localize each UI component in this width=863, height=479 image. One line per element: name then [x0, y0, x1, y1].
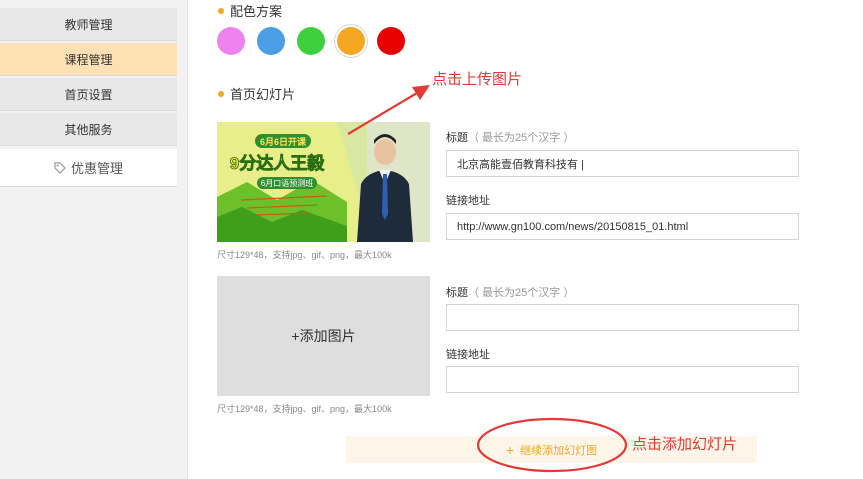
- bullet-dot-icon: [218, 90, 224, 97]
- title-label-text: 标题: [446, 287, 468, 299]
- upload-image-annotation: 点击上传图片: [432, 71, 523, 88]
- sidebar-item-label: 优惠管理: [70, 161, 123, 176]
- title-length-hint: （ 最长为25个汉字 ）: [468, 132, 575, 144]
- sidebar-item-other-services[interactable]: 其他服务: [0, 113, 177, 146]
- slide-1-link-input[interactable]: [446, 213, 799, 240]
- annotation-arrow-icon: [347, 85, 430, 135]
- slide-2-add-image-button[interactable]: +添加图片: [217, 276, 430, 396]
- sidebar-item-courses[interactable]: 课程管理: [0, 43, 177, 76]
- color-swatch[interactable]: [337, 27, 365, 55]
- color-swatch[interactable]: [217, 27, 245, 55]
- add-image-label: +添加图片: [291, 328, 356, 344]
- slides-title: 首页幻灯片: [230, 87, 296, 102]
- sidebar-item-label: 教师管理: [64, 17, 113, 32]
- annotation-circle-highlight: [476, 417, 628, 473]
- bullet-dot-icon: [218, 7, 224, 14]
- sidebar-item-teachers[interactable]: 教师管理: [0, 8, 177, 41]
- slides-heading: 首页幻灯片: [218, 84, 295, 103]
- title-length-hint: （ 最长为25个汉字 ）: [468, 287, 575, 299]
- slide-1-title-input[interactable]: [446, 150, 799, 177]
- color-scheme-heading: 配色方案: [218, 1, 282, 20]
- slide-2-link-input[interactable]: [446, 366, 799, 393]
- slide-1-link-label: 链接地址: [446, 195, 490, 207]
- slide-banner-graphic: 6月6日开课 9分达人王毅 6月口语预测班: [217, 122, 430, 242]
- banner-main-text: 9分达人王毅: [230, 153, 325, 173]
- sidebar-item-label: 首页设置: [64, 87, 113, 102]
- banner-sub-text: 6月口语预测班: [261, 178, 313, 188]
- tag-icon: [54, 161, 66, 174]
- image-size-hint: 尺寸129*48，支持jpg、gif、png，最大100k: [217, 250, 392, 260]
- color-swatch[interactable]: [377, 27, 405, 55]
- banner-top-text: 6月6日开课: [260, 136, 307, 147]
- sidebar-item-label: 其他服务: [64, 122, 113, 137]
- color-swatch[interactable]: [257, 27, 285, 55]
- slide-2-link-label: 链接地址: [446, 349, 490, 361]
- slide-1-title-label: 标题（ 最长为25个汉字 ）: [446, 129, 574, 145]
- slide-2-title-label: 标题（ 最长为25个汉字 ）: [446, 284, 574, 300]
- image-size-hint: 尺寸129*48，支持jpg、gif、png，最大100k: [217, 404, 392, 414]
- color-swatch[interactable]: [297, 27, 325, 55]
- slide-1-image[interactable]: 6月6日开课 9分达人王毅 6月口语预测班: [217, 122, 430, 242]
- add-slide-annotation: 点击添加幻灯片: [632, 436, 738, 453]
- title-label-text: 标题: [446, 132, 468, 144]
- slide-2-title-input[interactable]: [446, 304, 799, 331]
- sidebar-item-discounts[interactable]: 优惠管理: [0, 149, 177, 187]
- sidebar-item-homepage-settings[interactable]: 首页设置: [0, 78, 177, 111]
- color-scheme-title: 配色方案: [230, 4, 283, 19]
- sidebar: 教师管理 课程管理 首页设置 其他服务 优惠管理: [0, 0, 188, 479]
- sidebar-item-label: 课程管理: [64, 52, 113, 67]
